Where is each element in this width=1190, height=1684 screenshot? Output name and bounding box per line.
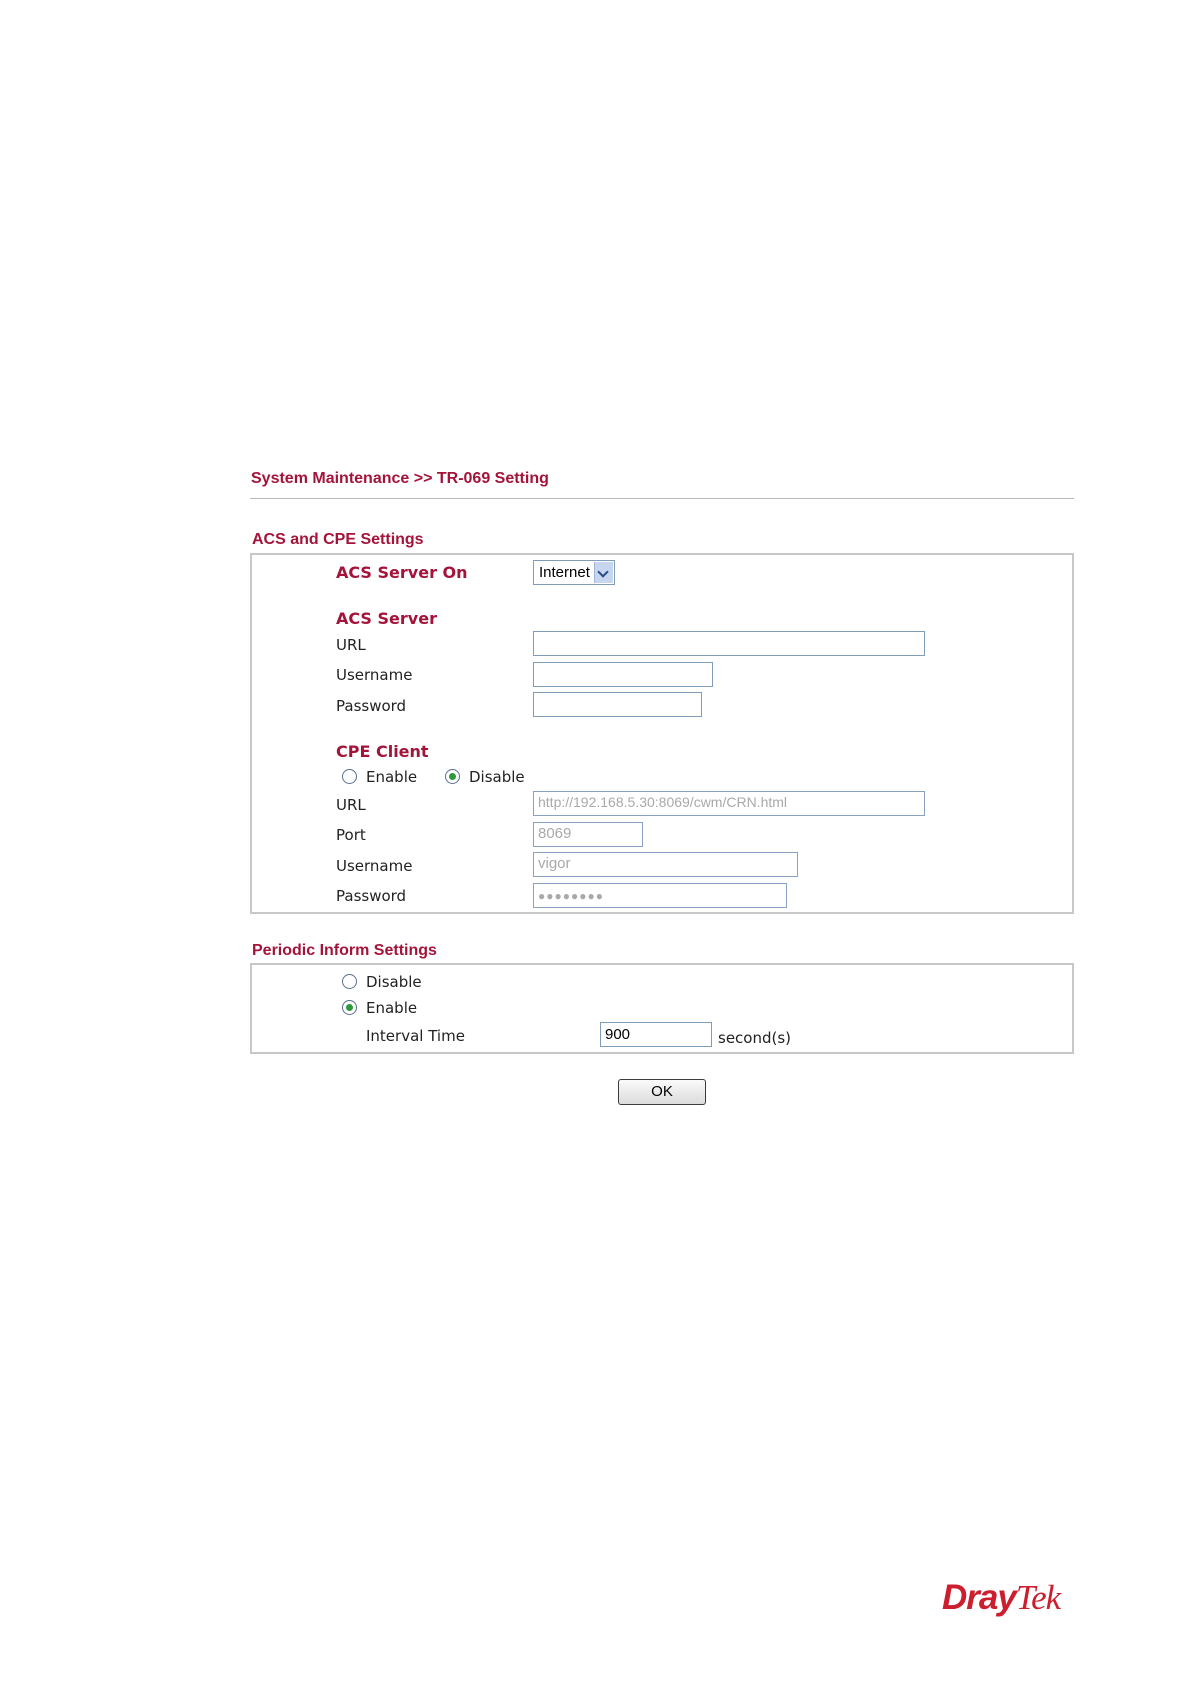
interval-time-input[interactable] [600, 1022, 712, 1047]
periodic-section-heading: Periodic Inform Settings [252, 942, 437, 959]
cpe-port-label: Port [336, 826, 366, 844]
page-title: System Maintenance >> TR-069 Setting [251, 470, 549, 487]
acs-url-input[interactable] [533, 631, 925, 656]
periodic-enable-radio[interactable] [342, 1000, 357, 1015]
cpe-username-label: Username [336, 857, 413, 875]
chevron-down-icon[interactable] [594, 562, 613, 583]
acs-username-label: Username [336, 666, 413, 684]
acs-server-heading: ACS Server [336, 609, 437, 628]
periodic-disable-label: Disable [366, 973, 422, 991]
cpe-disable-radio[interactable] [445, 769, 460, 784]
acs-password-label: Password [336, 697, 407, 715]
logo-part-tek: Tek [1015, 1578, 1061, 1617]
periodic-enable-label: Enable [366, 999, 418, 1017]
cpe-password-label: Password [336, 887, 407, 905]
title-divider [250, 498, 1074, 499]
cpe-enable-radio[interactable] [342, 769, 357, 784]
cpe-url-label: URL [336, 796, 366, 814]
acs-password-input[interactable] [533, 692, 702, 717]
interval-time-label: Interval Time [366, 1027, 465, 1045]
cpe-password-input[interactable]: ●●●●●●●● [533, 883, 787, 908]
cpe-username-input[interactable]: vigor [533, 852, 798, 877]
interval-unit: second(s) [718, 1029, 792, 1047]
logo-part-dray: Dray [942, 1578, 1017, 1617]
cpe-port-input[interactable]: 8069 [533, 822, 643, 847]
acs-url-label: URL [336, 636, 366, 654]
acs-server-on-select[interactable]: Internet [533, 560, 615, 585]
acs-server-on-label: ACS Server On [336, 563, 468, 582]
cpe-url-input[interactable]: http://192.168.5.30:8069/cwm/CRN.html [533, 791, 925, 816]
acs-server-on-value: Internet [539, 564, 590, 581]
cpe-disable-label: Disable [469, 768, 525, 786]
periodic-disable-radio[interactable] [342, 974, 357, 989]
acs-username-input[interactable] [533, 662, 713, 687]
draytek-logo: DrayTek [942, 1578, 1061, 1618]
cpe-client-heading: CPE Client [336, 742, 429, 761]
acs-cpe-section-heading: ACS and CPE Settings [252, 531, 424, 548]
ok-button[interactable]: OK [618, 1079, 706, 1105]
cpe-enable-label: Enable [366, 768, 418, 786]
